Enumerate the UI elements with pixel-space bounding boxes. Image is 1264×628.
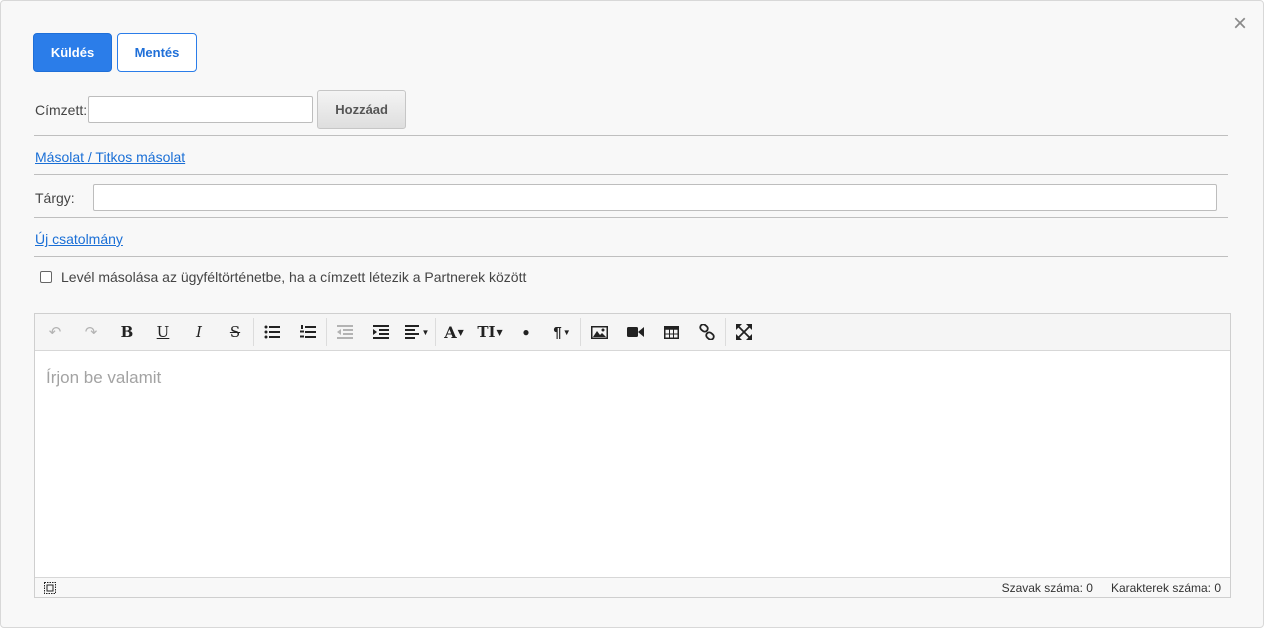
numbered-list-icon[interactable] [290, 317, 326, 347]
editor-statusbar: Szavak száma: 0 Karakterek száma: 0 [35, 577, 1230, 597]
insert-image-icon[interactable] [581, 317, 617, 347]
bullet-list-icon[interactable] [254, 317, 290, 347]
undo-icon[interactable]: ↶ [37, 317, 73, 347]
editor-counts: Szavak száma: 0 Karakterek száma: 0 [1002, 581, 1221, 595]
font-size-glyph: TI [477, 323, 496, 341]
insert-table-icon[interactable] [653, 317, 689, 347]
email-compose-dialog: × Küldés Mentés Címzett: Hozzáad Másolat… [0, 0, 1264, 628]
divider [34, 217, 1228, 218]
rich-text-editor: ↶ ↷ B U I S ▼ A ▼ TI ▼ ● ¶ ▼ Írjon be va… [34, 313, 1231, 598]
editor-content[interactable]: Írjon be valamit [35, 351, 1230, 577]
recipient-row: Címzett: Hozzáad [35, 90, 407, 129]
char-count: Karakterek száma: 0 [1110, 580, 1221, 595]
strikethrough-icon[interactable]: S [217, 317, 253, 347]
save-button[interactable]: Mentés [117, 33, 197, 72]
subject-input[interactable] [92, 184, 1217, 211]
italic-icon[interactable]: I [181, 317, 217, 347]
font-dropdown-icon[interactable]: A ▼ [436, 317, 472, 347]
recipient-input[interactable] [88, 96, 314, 123]
copy-history-row: Levél másolása az ügyféltörténetbe, ha a… [40, 269, 526, 285]
recipient-label: Címzett: [35, 101, 88, 118]
copy-history-checkbox[interactable] [40, 271, 52, 283]
word-count: Szavak száma: 0 [1001, 580, 1093, 595]
redo-icon[interactable]: ↷ [73, 317, 109, 347]
divider [34, 174, 1228, 175]
send-button[interactable]: Küldés [33, 33, 112, 72]
divider [34, 135, 1228, 136]
editor-toolbar: ↶ ↷ B U I S ▼ A ▼ TI ▼ ● ¶ ▼ [35, 314, 1230, 351]
resize-icon[interactable] [44, 581, 56, 594]
copy-history-label: Levél másolása az ügyféltörténetbe, ha a… [61, 269, 527, 285]
font-size-dropdown-icon[interactable]: TI ▼ [472, 317, 508, 347]
align-dropdown-icon[interactable]: ▼ [399, 317, 435, 347]
color-drop-icon[interactable]: ● [508, 317, 544, 347]
fullscreen-icon[interactable] [726, 317, 762, 347]
underline-icon[interactable]: U [145, 317, 181, 347]
subject-row: Tárgy: [35, 184, 1217, 211]
paragraph-dropdown-icon[interactable]: ¶ ▼ [544, 317, 580, 347]
indent-icon[interactable] [363, 317, 399, 347]
insert-link-icon[interactable] [689, 317, 725, 347]
add-recipient-button[interactable]: Hozzáad [317, 90, 407, 129]
close-icon[interactable]: × [1229, 12, 1251, 36]
cc-bcc-link[interactable]: Másolat / Titkos másolat [35, 149, 185, 165]
paragraph-glyph: ¶ [553, 323, 562, 341]
bold-icon[interactable]: B [109, 317, 145, 347]
subject-label: Tárgy: [35, 189, 75, 206]
action-bar: Küldés Mentés [33, 33, 197, 72]
new-attachment-link[interactable]: Új csatolmány [35, 231, 123, 247]
editor-placeholder: Írjon be valamit [46, 368, 162, 387]
font-dropdown-glyph: A [444, 322, 457, 342]
divider [34, 256, 1228, 257]
outdent-icon[interactable] [327, 317, 363, 347]
insert-video-icon[interactable] [617, 317, 653, 347]
